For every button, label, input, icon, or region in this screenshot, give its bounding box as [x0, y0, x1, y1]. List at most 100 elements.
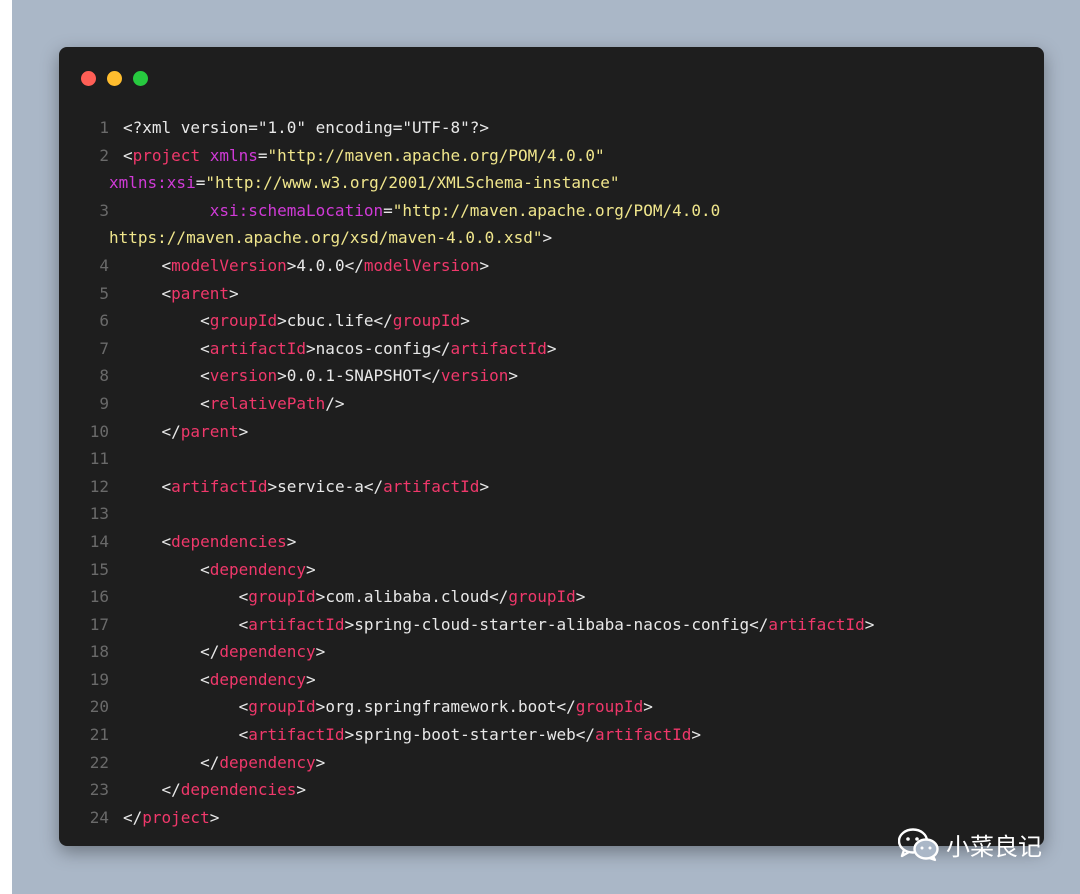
code-line: 5 <parent>	[59, 280, 1044, 308]
code-line: 3 xsi:schemaLocation="http://maven.apach…	[59, 197, 1044, 225]
token-punc: <	[200, 366, 210, 386]
wechat-icon	[898, 827, 939, 861]
token-punc: =	[383, 200, 393, 220]
token-txt: 4.0.0	[296, 255, 345, 275]
token-tag: version	[440, 366, 509, 386]
token-punc: </	[363, 476, 384, 496]
token-punc: >	[344, 725, 355, 745]
token-tag: artifactId	[248, 725, 345, 745]
code-line: 4 <modelVersion>4.0.0</modelVersion>	[59, 252, 1044, 280]
token-str: "http://maven.apache.org/POM/4.0.0	[392, 200, 721, 220]
token-punc: =	[257, 145, 268, 165]
minimize-button[interactable]	[107, 71, 122, 86]
line-number: 7	[99, 338, 109, 358]
token-punc: >	[315, 587, 326, 607]
line-number: 17	[89, 614, 109, 634]
line-content: <relativePath/>	[123, 390, 1044, 418]
token-txt: cbuc.life	[286, 311, 374, 331]
code-line: 1 <?xml version="1.0" encoding="UTF-8"?>	[59, 114, 1044, 142]
token-tag: groupId	[248, 697, 316, 717]
line-number: 24	[89, 807, 109, 827]
token-punc: >	[286, 531, 297, 551]
token-punc: >	[306, 669, 316, 689]
code-line: 20 <groupId>org.springframework.boot</gr…	[59, 693, 1044, 721]
code-line: 23 </dependencies>	[59, 776, 1044, 804]
token-tag: artifactId	[595, 725, 692, 745]
line-content: </dependencies>	[123, 776, 1044, 804]
left-edge-strip	[0, 0, 12, 894]
code-line: 19 <dependency>	[59, 666, 1044, 694]
token-txt: spring-cloud-starter-alibaba-nacos-confi…	[354, 614, 750, 634]
token-punc: >	[643, 697, 653, 717]
token-tag: artifactId	[450, 338, 547, 358]
line-number: 23	[89, 780, 109, 800]
token-punc: >	[277, 311, 287, 331]
token-punc: <	[238, 697, 249, 717]
token-punc: >	[296, 780, 307, 800]
line-content: <?xml version="1.0" encoding="UTF-8"?>	[123, 114, 1044, 142]
line-content: </dependency>	[123, 749, 1044, 777]
line-content	[123, 445, 1044, 473]
close-button[interactable]	[81, 71, 96, 86]
token-tag: parent	[180, 421, 239, 441]
code-line: 21 <artifactId>spring-boot-starter-web</…	[59, 721, 1044, 749]
token-punc: </	[575, 725, 596, 745]
watermark: 小菜良记	[898, 827, 1042, 862]
token-tag: relativePath	[209, 393, 326, 413]
line-content: <artifactId>nacos-config</artifactId>	[123, 335, 1044, 363]
token-punc: </	[344, 255, 364, 275]
code-line: 9 <relativePath/>	[59, 390, 1044, 418]
token-str: https://maven.apache.org/xsd/maven-4.0.0…	[109, 228, 543, 248]
token-tag: dependency	[209, 559, 307, 579]
token-tag: artifactId	[768, 614, 865, 634]
token-punc: >	[691, 725, 701, 745]
line-number: 15	[89, 559, 109, 579]
maximize-button[interactable]	[133, 71, 148, 86]
code-line: 16 <groupId>com.alibaba.cloud</groupId>	[59, 583, 1044, 611]
token-punc: <	[200, 393, 210, 413]
line-number: 19	[89, 669, 109, 689]
code-line: 22 </dependency>	[59, 749, 1044, 777]
line-content: <modelVersion>4.0.0</modelVersion>	[123, 252, 1044, 280]
token-punc: >	[542, 228, 553, 248]
token-punc: >	[228, 283, 239, 303]
line-content: xsi:schemaLocation="http://maven.apache.…	[123, 197, 1044, 225]
line-number: 16	[89, 587, 109, 607]
token-tag: groupId	[575, 697, 644, 717]
token-punc: >	[344, 614, 355, 634]
line-content: <dependencies>	[123, 528, 1044, 556]
token-punc: >	[460, 311, 470, 331]
token-punc: </	[431, 338, 451, 358]
line-content: <project xmlns="http://maven.apache.org/…	[123, 142, 1044, 170]
token-punc: <	[200, 311, 210, 331]
token-txt: org.springframework.boot	[325, 697, 557, 717]
token-tag: dependency	[219, 642, 316, 662]
code-block: 1 <?xml version="1.0" encoding="UTF-8"?> 2…	[59, 114, 1044, 831]
line-number: 4	[99, 255, 109, 275]
token-punc: </	[200, 642, 220, 662]
token-punc: <	[238, 614, 249, 634]
token-punc: <	[161, 476, 172, 496]
code-line-wrap: xmlns:xsi="http://www.w3.org/2001/XMLSch…	[59, 169, 1044, 197]
line-content: <dependency>	[123, 666, 1044, 694]
token-tag: groupId	[248, 587, 316, 607]
code-line: 10 </parent>	[59, 418, 1044, 446]
page-background: 1 <?xml version="1.0" encoding="UTF-8"?> 2…	[0, 0, 1080, 894]
token-punc: />	[325, 393, 345, 413]
line-content: < artifactId >spring-cloud-starter-alibaba…	[123, 611, 1044, 639]
token-tag: project	[142, 807, 210, 827]
token-txt: <?xml version="1.0" encoding="UTF-8"?>	[123, 118, 490, 137]
token-punc: >	[479, 476, 490, 496]
token-tag: artifactId	[209, 338, 307, 358]
